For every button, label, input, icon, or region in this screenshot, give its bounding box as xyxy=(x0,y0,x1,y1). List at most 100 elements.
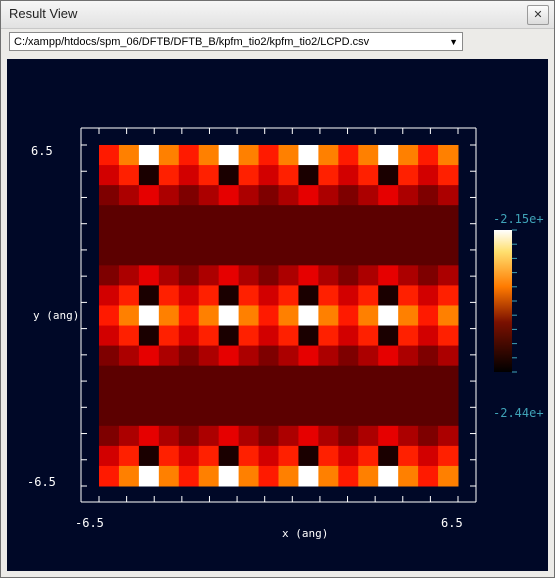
heatmap-cell xyxy=(358,185,379,206)
heatmap-cell xyxy=(398,425,419,447)
heatmap-cell xyxy=(378,325,399,347)
heatmap-cell xyxy=(418,405,439,427)
heatmap-cell xyxy=(138,345,160,367)
heatmap-cell xyxy=(218,405,240,427)
heatmap-cell xyxy=(198,385,220,407)
y-tick-label-bottom: -6.5 xyxy=(27,475,56,489)
heatmap-cell xyxy=(398,345,419,367)
heatmap-cell xyxy=(99,405,120,427)
heatmap-cell xyxy=(218,245,240,266)
heatmap-cell xyxy=(218,205,240,226)
colorbar-ticks xyxy=(512,229,517,373)
heatmap-cell xyxy=(438,225,459,246)
heatmap-cell xyxy=(338,225,359,246)
heatmap-cell xyxy=(418,185,439,206)
heatmap-cell xyxy=(138,405,160,427)
heatmap-cell xyxy=(99,165,120,186)
heatmap-cell xyxy=(138,225,160,246)
heatmap-cell xyxy=(438,425,459,447)
heatmap-cell xyxy=(358,365,379,387)
x-tick-label-left: -6.5 xyxy=(75,516,104,530)
heatmap-cell xyxy=(358,465,379,487)
heatmap-cell xyxy=(138,205,160,226)
heatmap-cell xyxy=(278,325,299,347)
heatmap-cell xyxy=(298,225,319,246)
heatmap-cell xyxy=(358,445,379,467)
heatmap-cell xyxy=(418,385,439,407)
heatmap-cell xyxy=(178,145,200,166)
colorbar xyxy=(494,230,512,372)
heatmap-cell xyxy=(138,385,160,407)
heatmap-cell xyxy=(398,265,419,286)
heatmap-cell xyxy=(198,145,220,166)
heatmap-cell xyxy=(378,365,399,387)
heatmap-cell xyxy=(318,145,339,166)
heatmap-cell xyxy=(118,145,140,166)
heatmap-cell xyxy=(158,285,180,306)
heatmap-cell xyxy=(158,165,180,186)
heatmap-cell xyxy=(438,205,459,226)
heatmap-cell xyxy=(298,205,319,226)
heatmap-cell xyxy=(398,405,419,427)
close-button[interactable]: ✕ xyxy=(527,5,549,25)
heatmap-cell xyxy=(298,165,319,186)
heatmap-cell xyxy=(278,285,299,306)
heatmap-cell xyxy=(118,425,140,447)
file-select[interactable]: C:/xampp/htdocs/spm_06/DFTB/DFTB_B/kpfm_… xyxy=(9,32,463,51)
heatmap-cell xyxy=(258,405,279,427)
heatmap-cell xyxy=(99,385,120,407)
heatmap-cell xyxy=(258,445,279,467)
heatmap-cell xyxy=(438,345,459,367)
heatmap-cell xyxy=(218,165,240,186)
heatmap-cell xyxy=(418,345,439,367)
heatmap-cell xyxy=(318,405,339,427)
heatmap-cell xyxy=(118,185,140,206)
heatmap-cell xyxy=(378,345,399,367)
heatmap-cell xyxy=(298,245,319,266)
x-tick-label-right: 6.5 xyxy=(441,516,463,530)
heatmap-cell xyxy=(118,165,140,186)
y-axis-label: y (ang) xyxy=(33,309,79,322)
heatmap-cell xyxy=(398,225,419,246)
heatmap-cell xyxy=(438,365,459,387)
heatmap-cell xyxy=(418,465,439,487)
heatmap-cell xyxy=(378,165,399,186)
heatmap-cell xyxy=(258,205,279,226)
heatmap-cell xyxy=(138,465,160,487)
heatmap-cell xyxy=(298,365,319,387)
heatmap-cell xyxy=(378,265,399,286)
heatmap-cell xyxy=(258,265,279,286)
heatmap-cell xyxy=(398,145,419,166)
heatmap-cell xyxy=(318,205,339,226)
heatmap-cell xyxy=(238,425,260,447)
heatmap-cell xyxy=(99,185,120,206)
heatmap-cell xyxy=(378,465,399,487)
heatmap-cell xyxy=(418,305,439,327)
heatmap-cell xyxy=(318,365,339,387)
heatmap-cell xyxy=(358,285,379,306)
heatmap-cell xyxy=(178,465,200,487)
heatmap-cell xyxy=(178,385,200,407)
heatmap-plot: 6.5 -6.5 -6.5 6.5 x (ang) y (ang) -2.15e… xyxy=(27,127,544,540)
heatmap-cell xyxy=(198,265,220,286)
heatmap-cell xyxy=(418,285,439,306)
colorbar-min-label: -2.44e+ xyxy=(493,406,544,420)
heatmap-cell xyxy=(238,325,260,347)
heatmap-cell xyxy=(418,365,439,387)
heatmap-cell xyxy=(158,465,180,487)
heatmap-cell xyxy=(138,245,160,266)
heatmap-cell xyxy=(258,145,279,166)
heatmap-cell xyxy=(258,365,279,387)
heatmap-cell xyxy=(318,445,339,467)
heatmap-cell xyxy=(298,145,319,166)
heatmap-cell xyxy=(438,325,459,347)
heatmap-cell xyxy=(438,405,459,427)
heatmap-cell xyxy=(318,185,339,206)
heatmap-cell xyxy=(99,425,120,447)
heatmap-cell xyxy=(178,405,200,427)
heatmap-cell xyxy=(99,325,120,347)
heatmap-cell xyxy=(298,325,319,347)
heatmap-cell xyxy=(318,425,339,447)
heatmap-cell xyxy=(358,225,379,246)
heatmap-cell xyxy=(118,405,140,427)
